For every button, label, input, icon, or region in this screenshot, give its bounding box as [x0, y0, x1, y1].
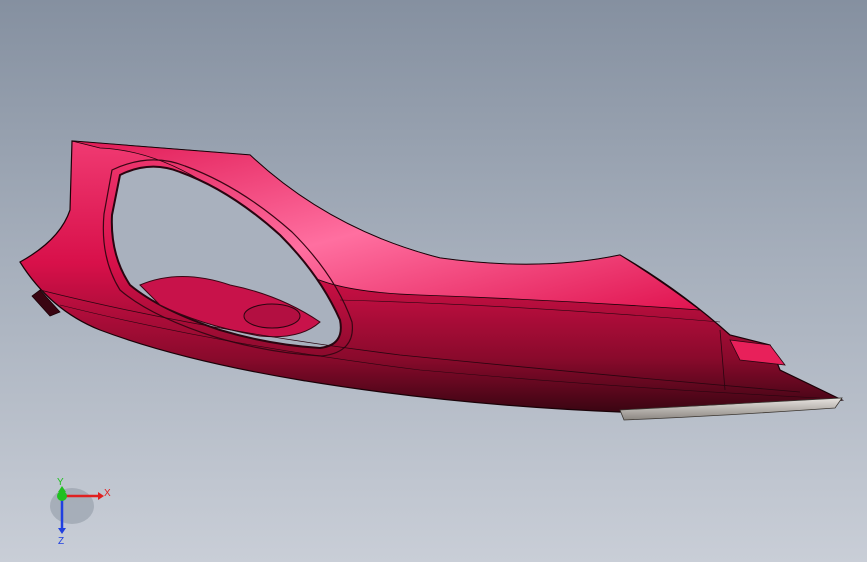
3d-viewport[interactable]: X Y Z — [0, 0, 867, 562]
coordinate-triad: X Y Z — [50, 477, 111, 546]
z-axis-label: Z — [58, 536, 64, 546]
z-axis-arrowhead — [58, 528, 66, 534]
cad-model[interactable] — [0, 0, 867, 562]
y-axis-origin — [57, 491, 67, 501]
triad-shadow — [50, 488, 94, 524]
y-axis-label: Y — [57, 477, 64, 488]
fog-lamp-mount — [243, 303, 301, 329]
x-axis-label: X — [104, 488, 111, 499]
